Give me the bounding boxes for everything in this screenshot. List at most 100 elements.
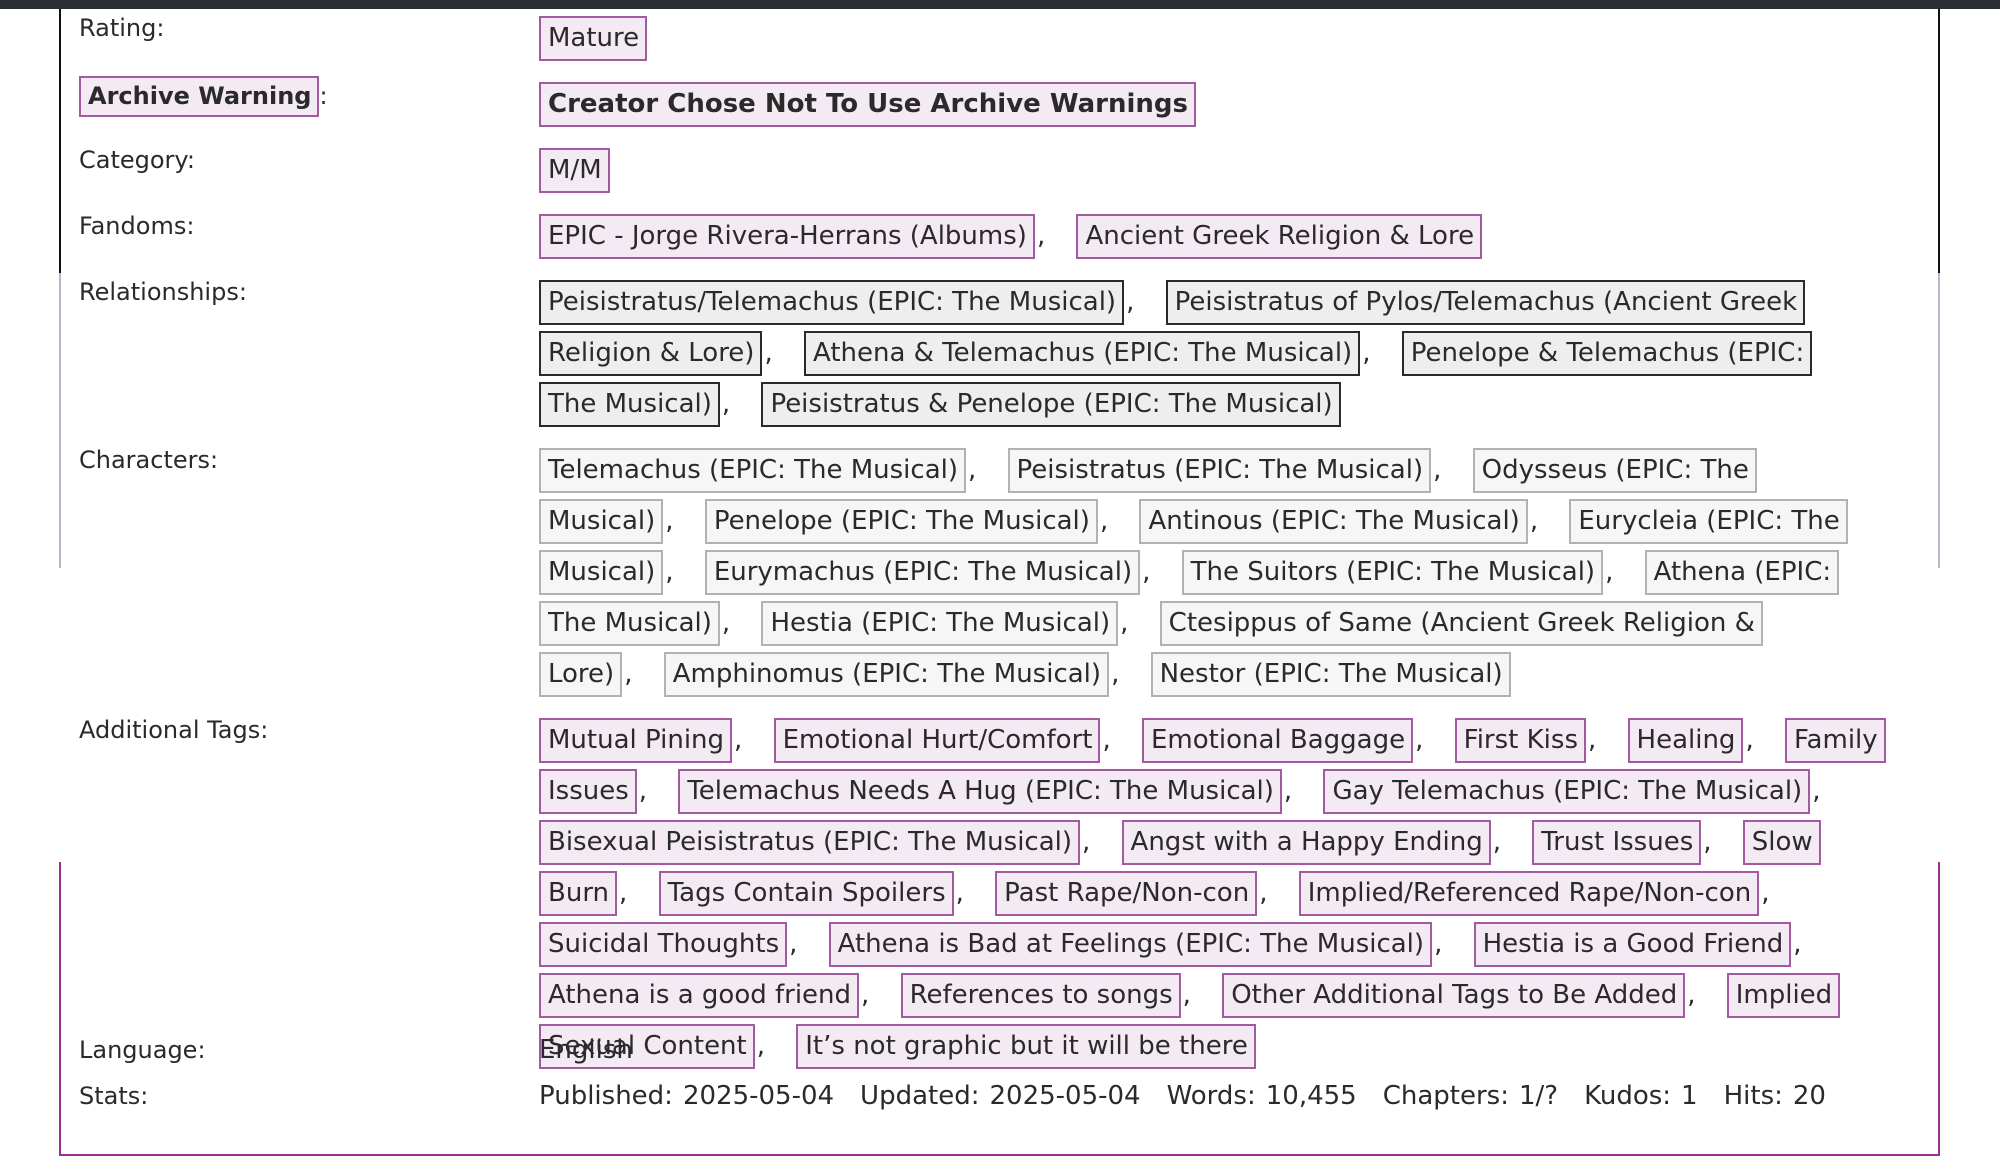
warning-tag[interactable]: Creator Chose Not To Use Archive Warning…: [539, 82, 1196, 127]
tag-separator: ,: [1111, 659, 1120, 689]
hits-value: 20: [1792, 1081, 1826, 1111]
freeform-tag[interactable]: Tags Contain Spoilers: [658, 871, 954, 916]
category-tag[interactable]: M/M: [539, 148, 610, 193]
character-tag[interactable]: Hestia (EPIC: The Musical): [761, 601, 1119, 646]
language-value: English: [539, 1035, 633, 1065]
relationships-label: Relationships:: [79, 278, 247, 306]
freeform-tag[interactable]: Implied/Referenced Rape/Non-con: [1298, 871, 1760, 916]
freeform-tag[interactable]: First Kiss: [1454, 718, 1586, 763]
updated-key: Updated:: [860, 1081, 980, 1111]
archive-warning-label[interactable]: Archive Warning: [79, 76, 320, 117]
freeform-tag[interactable]: Other Additional Tags to Be Added: [1222, 973, 1686, 1018]
tag-separator: ,: [1283, 776, 1293, 806]
updated-value: 2025-05-04: [989, 1081, 1141, 1111]
tag-separator: ,: [1761, 878, 1770, 908]
tag-separator: ,: [1588, 725, 1597, 755]
tag-separator: ,: [764, 338, 773, 368]
relationship-tags: Peisistratus/Telemachus (EPIC: The Music…: [539, 277, 1839, 430]
fandoms-label: Fandoms:: [79, 212, 195, 240]
stats-label: Stats:: [79, 1082, 149, 1110]
tag-separator: ,: [1434, 929, 1443, 959]
character-tag[interactable]: Antinous (EPIC: The Musical): [1139, 499, 1528, 544]
category-label: Category:: [79, 146, 195, 174]
character-tag[interactable]: Eurymachus (EPIC: The Musical): [704, 550, 1141, 595]
freeform-tag[interactable]: Healing: [1627, 718, 1744, 763]
tag-separator: ,: [756, 1031, 765, 1061]
freeform-tag[interactable]: Telemachus Needs A Hug (EPIC: The Musica…: [678, 769, 1282, 814]
published-key: Published:: [539, 1081, 673, 1111]
tag-separator: ,: [1703, 827, 1712, 857]
freeform-tag[interactable]: Bisexual Peisistratus (EPIC: The Musical…: [539, 820, 1081, 865]
tag-separator: ,: [1492, 827, 1501, 857]
freeform-tag[interactable]: Emotional Hurt/Comfort: [773, 718, 1101, 763]
tag-separator: ,: [1036, 221, 1046, 251]
tag-separator: ,: [968, 455, 977, 485]
tag-separator: ,: [734, 725, 743, 755]
freeform-tag[interactable]: It’s not graphic but it will be there: [796, 1024, 1256, 1069]
freeform-tag[interactable]: Gay Telemachus (EPIC: The Musical): [1323, 769, 1811, 814]
character-tag[interactable]: Penelope (EPIC: The Musical): [704, 499, 1098, 544]
freeform-tag[interactable]: Mutual Pining: [539, 718, 733, 763]
character-tag[interactable]: Telemachus (EPIC: The Musical): [539, 448, 966, 493]
tag-separator: ,: [1102, 725, 1111, 755]
chapters-key: Chapters:: [1382, 1081, 1509, 1111]
relationship-tag[interactable]: Peisistratus/Telemachus (EPIC: The Music…: [539, 280, 1125, 325]
category-tags: M/M: [539, 145, 1909, 196]
tag-separator: ,: [955, 878, 964, 908]
character-tag[interactable]: Nestor (EPIC: The Musical): [1150, 652, 1511, 697]
tag-separator: ,: [638, 776, 648, 806]
freeform-tag[interactable]: Athena is Bad at Feelings (EPIC: The Mus…: [828, 922, 1433, 967]
tag-separator: ,: [1793, 929, 1802, 959]
tag-separator: ,: [1099, 506, 1109, 536]
tag-separator: ,: [619, 878, 628, 908]
tag-separator: ,: [721, 608, 731, 638]
freeform-tags: Mutual Pining, Emotional Hurt/Comfort, E…: [539, 715, 1886, 1072]
freeform-tag[interactable]: Trust Issues: [1532, 820, 1702, 865]
character-tag[interactable]: Peisistratus (EPIC: The Musical): [1007, 448, 1432, 493]
freeform-tag[interactable]: Hestia is a Good Friend: [1473, 922, 1792, 967]
tag-separator: ,: [1259, 878, 1268, 908]
stats-values: Published: 2025-05-04 Updated: 2025-05-04 Wo…: [539, 1081, 1852, 1111]
tag-separator: ,: [721, 389, 731, 419]
tag-separator: ,: [1687, 980, 1696, 1010]
relationship-tag[interactable]: Peisistratus & Penelope (EPIC: The Music…: [761, 382, 1341, 427]
character-tag[interactable]: Amphinomus (EPIC: The Musical): [663, 652, 1110, 697]
freeform-tag[interactable]: Suicidal Thoughts: [539, 922, 788, 967]
chapters-value: 1/?: [1518, 1081, 1559, 1111]
freeform-tag[interactable]: Angst with a Happy Ending: [1121, 820, 1491, 865]
tag-separator: ,: [624, 659, 633, 689]
language-label: Language:: [79, 1036, 206, 1064]
kudos-key: Kudos:: [1584, 1081, 1672, 1111]
kudos-value: 1: [1681, 1081, 1698, 1111]
tag-separator: ,: [789, 929, 798, 959]
freeform-tag[interactable]: Emotional Baggage: [1142, 718, 1414, 763]
tag-separator: ,: [1362, 338, 1371, 368]
character-tag[interactable]: The Suitors (EPIC: The Musical): [1181, 550, 1604, 595]
tag-separator: ,: [665, 506, 674, 536]
relationship-tag[interactable]: Athena & Telemachus (EPIC: The Musical): [803, 331, 1361, 376]
tag-separator: ,: [1812, 776, 1821, 806]
tag-separator: ,: [861, 980, 870, 1010]
tag-separator: ,: [1529, 506, 1539, 536]
warning-label-wrap: Archive Warning:: [79, 76, 328, 117]
top-bar: [0, 0, 2000, 9]
rating-tag[interactable]: Mature: [539, 16, 648, 61]
fandom-tag[interactable]: EPIC - Jorge Rivera-Herrans (Albums): [539, 214, 1035, 259]
freeform-tag[interactable]: Athena is a good friend: [539, 973, 860, 1018]
tag-separator: ,: [665, 557, 674, 587]
freeform-tag[interactable]: Past Rape/Non-con: [995, 871, 1258, 916]
tag-separator: ,: [1433, 455, 1442, 485]
fandom-tag[interactable]: Ancient Greek Religion & Lore: [1076, 214, 1483, 259]
words-value: 10,455: [1265, 1081, 1357, 1111]
freeform-tag[interactable]: References to songs: [900, 973, 1181, 1018]
tag-separator: ,: [1415, 725, 1424, 755]
rating-label: Rating:: [79, 14, 165, 42]
tag-separator: ,: [1745, 725, 1754, 755]
additional-tags-label: Additional Tags:: [79, 716, 269, 744]
tag-separator: ,: [1082, 827, 1091, 857]
characters-label: Characters:: [79, 446, 219, 474]
words-key: Words:: [1166, 1081, 1256, 1111]
hits-key: Hits:: [1723, 1081, 1783, 1111]
character-tags: Telemachus (EPIC: The Musical), Peisistr…: [539, 445, 1869, 700]
tag-separator: ,: [1142, 557, 1151, 587]
